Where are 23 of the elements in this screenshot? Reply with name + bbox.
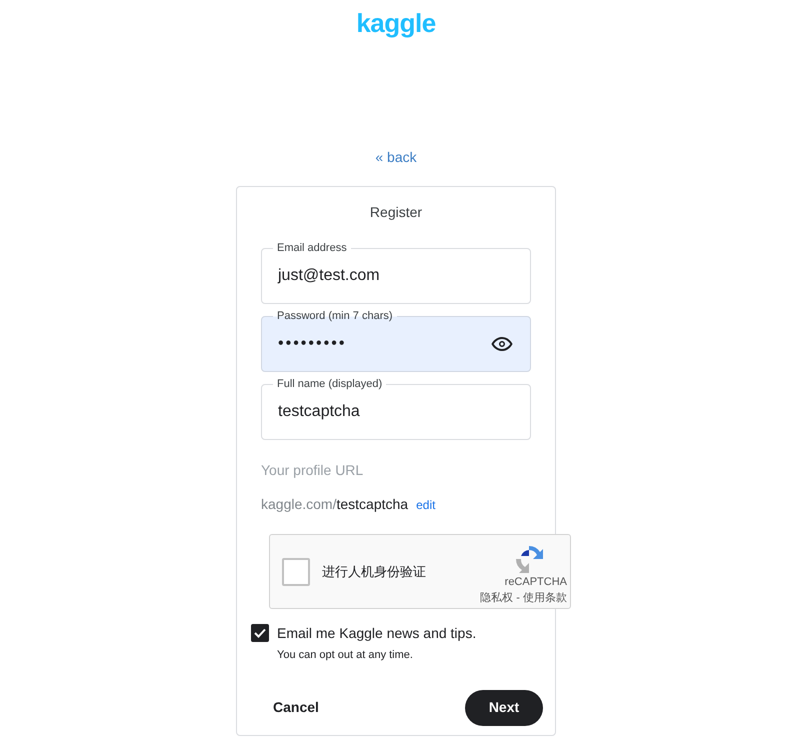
field-value: just@test.com xyxy=(278,266,381,286)
privacy-link[interactable]: 隐私权 xyxy=(480,591,514,605)
recaptcha-logo-icon xyxy=(513,543,545,575)
recaptcha-brand: reCAPTCHA xyxy=(504,575,567,589)
cancel-button[interactable]: Cancel xyxy=(249,690,343,726)
newsletter-checkbox[interactable] xyxy=(251,624,269,642)
separator-text: - xyxy=(515,591,521,605)
opt-out-note: You can opt out at any time. xyxy=(277,648,414,663)
edit-link[interactable]: edit xyxy=(416,496,436,514)
field-label: Password (min 7 chars) xyxy=(273,308,397,324)
captcha-label: 进行人机身份验证 xyxy=(322,562,426,581)
captcha-checkbox[interactable] xyxy=(282,558,310,586)
card-title: Register xyxy=(370,203,422,222)
profile-url: kaggle.com/testcaptcha xyxy=(261,495,408,514)
back-link[interactable]: « back xyxy=(375,147,417,168)
field-value: testcaptcha xyxy=(278,402,361,422)
field-label: Full name (displayed) xyxy=(273,376,386,392)
check-icon xyxy=(253,626,267,640)
field-value: ••••••••• xyxy=(278,334,348,354)
newsletter-label: Email me Kaggle news and tips. xyxy=(277,624,476,643)
next-button[interactable]: Next xyxy=(465,690,543,726)
terms-link[interactable]: 使用条款 xyxy=(523,591,567,605)
profile-url-label: Your profile URL xyxy=(261,461,364,480)
